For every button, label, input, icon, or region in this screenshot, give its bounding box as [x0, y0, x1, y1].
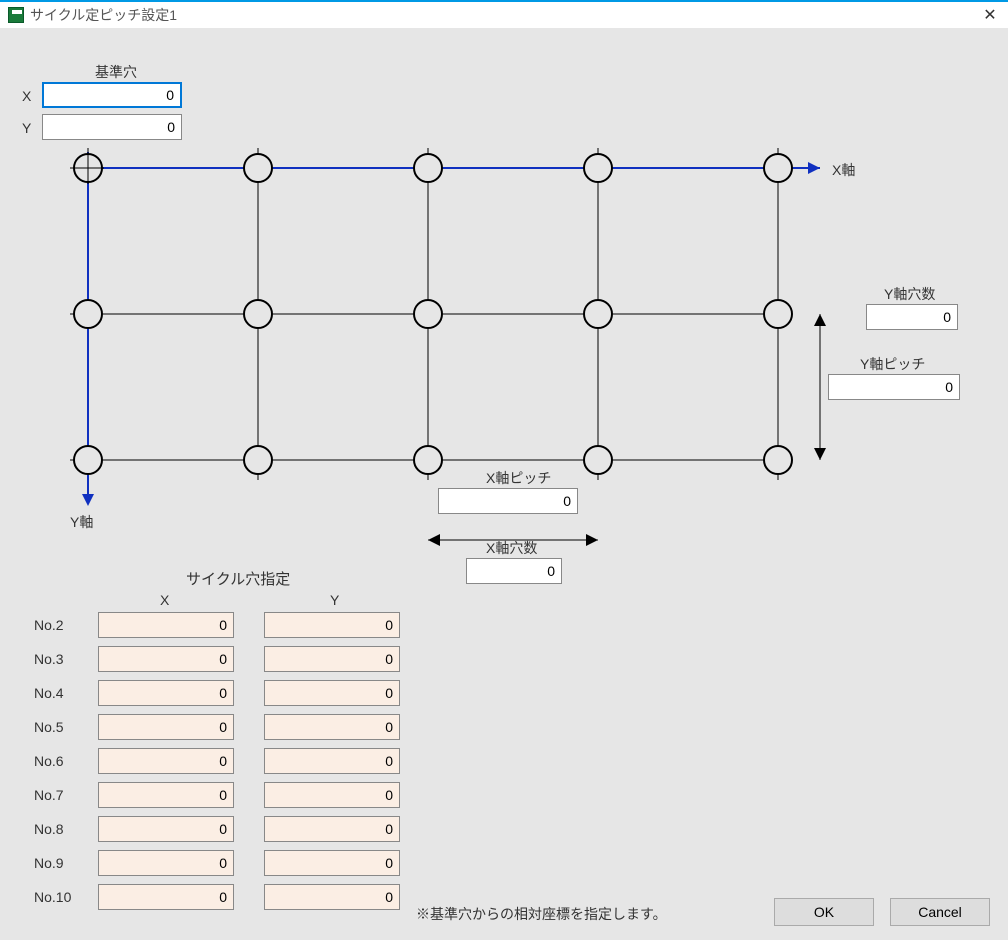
y-pitch-label: Y軸ピッチ	[860, 354, 925, 374]
cycle-row-y-input[interactable]	[264, 680, 400, 706]
cycle-section-header: サイクル穴指定	[186, 568, 290, 589]
cycle-row-x-input[interactable]	[98, 748, 234, 774]
cycle-row-x-input[interactable]	[98, 612, 234, 638]
cycle-row-label: No.2	[34, 617, 64, 633]
ref-hole-x-input[interactable]	[42, 82, 182, 108]
cycle-row-label: No.5	[34, 719, 64, 735]
cycle-row-x-input[interactable]	[98, 816, 234, 842]
y-pitch-input[interactable]	[828, 374, 960, 400]
window-title: サイクル定ピッチ設定1	[30, 5, 177, 25]
cycle-row-y-input[interactable]	[264, 714, 400, 740]
cycle-row-label: No.10	[34, 889, 71, 905]
cycle-row-x-input[interactable]	[98, 850, 234, 876]
cycle-row-y-input[interactable]	[264, 850, 400, 876]
titlebar: サイクル定ピッチ設定1 ✕	[0, 0, 1008, 28]
cycle-x-col: X	[160, 592, 169, 608]
cycle-y-col: Y	[330, 592, 339, 608]
cycle-row-y-input[interactable]	[264, 612, 400, 638]
cycle-row-y-input[interactable]	[264, 884, 400, 910]
cycle-row-x-input[interactable]	[98, 646, 234, 672]
cycle-row-y-input[interactable]	[264, 646, 400, 672]
cycle-row-y-input[interactable]	[264, 748, 400, 774]
ref-hole-x-label: X	[22, 88, 31, 104]
cycle-row-y-input[interactable]	[264, 816, 400, 842]
note-text: ※基準穴からの相対座標を指定します。	[416, 904, 667, 924]
cycle-row-label: No.6	[34, 753, 64, 769]
ok-button[interactable]: OK	[774, 898, 874, 926]
cycle-row-y-input[interactable]	[264, 782, 400, 808]
cancel-button[interactable]: Cancel	[890, 898, 990, 926]
cycle-row-label: No.8	[34, 821, 64, 837]
cycle-row-label: No.7	[34, 787, 64, 803]
cycle-row-label: No.9	[34, 855, 64, 871]
cycle-row-x-input[interactable]	[98, 884, 234, 910]
ref-hole-y-input[interactable]	[42, 114, 182, 140]
y-count-label: Y軸穴数	[884, 284, 935, 304]
cycle-row-x-input[interactable]	[98, 782, 234, 808]
cycle-row-x-input[interactable]	[98, 680, 234, 706]
x-count-label: X軸穴数	[486, 538, 537, 558]
cycle-row-label: No.4	[34, 685, 64, 701]
y-axis-label: Y軸	[70, 512, 93, 532]
ref-hole-label: 基準穴	[95, 62, 137, 82]
app-icon	[8, 7, 24, 23]
x-count-input[interactable]	[466, 558, 562, 584]
cycle-row-label: No.3	[34, 651, 64, 667]
cycle-row-x-input[interactable]	[98, 714, 234, 740]
close-icon[interactable]: ✕	[980, 6, 1000, 26]
x-axis-label: X軸	[832, 160, 855, 180]
x-pitch-label: X軸ピッチ	[486, 468, 551, 488]
x-pitch-input[interactable]	[438, 488, 578, 514]
y-count-input[interactable]	[866, 304, 958, 330]
ref-hole-y-label: Y	[22, 120, 31, 136]
client-area: 基準穴 X Y	[0, 28, 1008, 940]
